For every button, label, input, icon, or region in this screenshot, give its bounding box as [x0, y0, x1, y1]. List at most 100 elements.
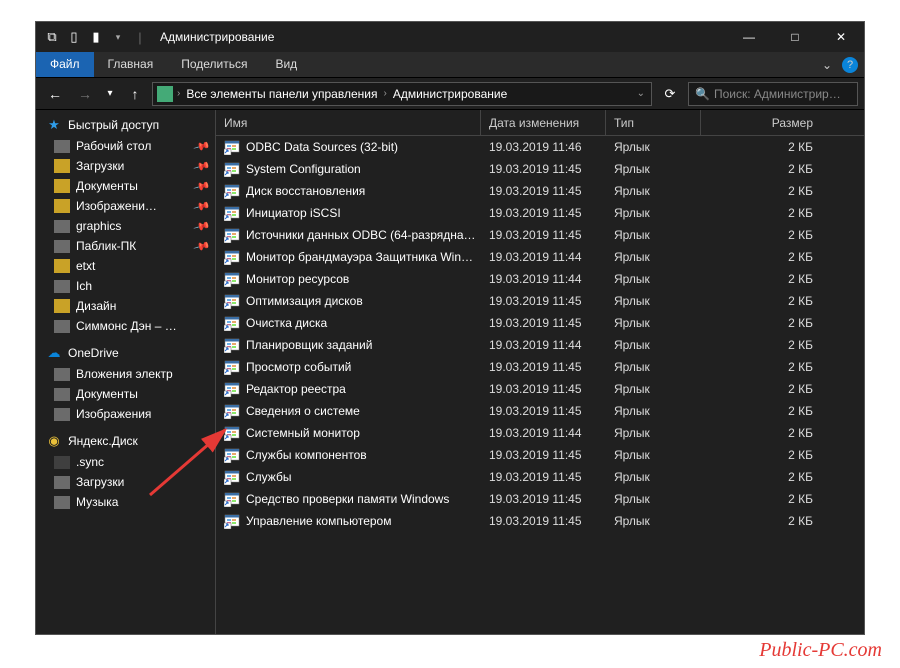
nav-back-button[interactable]: ← — [42, 83, 68, 105]
file-row[interactable]: Службы19.03.2019 11:45Ярлык2 КБ — [216, 466, 864, 488]
shortcut-icon — [224, 469, 240, 485]
search-input[interactable]: 🔍 Поиск: Администрир… — [688, 82, 858, 106]
file-row[interactable]: Диск восстановления19.03.2019 11:45Ярлык… — [216, 180, 864, 202]
navigation-pane[interactable]: ★Быстрый доступРабочий стол📌Загрузки📌Док… — [36, 110, 216, 634]
file-row[interactable]: System Configuration19.03.2019 11:45Ярлы… — [216, 158, 864, 180]
file-row[interactable]: Просмотр событий19.03.2019 11:45Ярлык2 К… — [216, 356, 864, 378]
file-type: Ярлык — [606, 360, 701, 374]
explorer-body: ★Быстрый доступРабочий стол📌Загрузки📌Док… — [36, 110, 864, 634]
minimize-button[interactable]: — — [726, 22, 772, 52]
sidebar-item[interactable]: Загрузки — [36, 472, 215, 492]
file-type: Ярлык — [606, 448, 701, 462]
star-icon: ★ — [46, 117, 62, 133]
file-row[interactable]: Планировщик заданий19.03.2019 11:44Ярлык… — [216, 334, 864, 356]
nav-forward-button[interactable]: → — [72, 83, 98, 105]
breadcrumb[interactable]: Все элементы панели управления — [184, 87, 379, 101]
close-button[interactable]: ✕ — [818, 22, 864, 52]
file-row[interactable]: ODBC Data Sources (32-bit)19.03.2019 11:… — [216, 136, 864, 158]
sidebar-item-label: Изображения — [76, 407, 151, 421]
shortcut-icon — [224, 139, 240, 155]
file-row[interactable]: Оптимизация дисков19.03.2019 11:45Ярлык2… — [216, 290, 864, 312]
shortcut-icon — [224, 447, 240, 463]
refresh-button[interactable]: ⟳ — [656, 82, 684, 106]
sidebar-item[interactable]: ★Быстрый доступ — [36, 114, 215, 136]
column-name[interactable]: Имя — [216, 110, 481, 135]
sidebar-item[interactable]: Вложения электр — [36, 364, 215, 384]
sidebar-item[interactable]: ◉Яндекс.Диск — [36, 430, 215, 452]
file-type: Ярлык — [606, 162, 701, 176]
nav-up-button[interactable]: ↑ — [122, 83, 148, 105]
sidebar-item[interactable]: Ich — [36, 276, 215, 296]
qat-properties-icon[interactable]: ▯ — [66, 29, 82, 45]
file-row[interactable]: Монитор ресурсов19.03.2019 11:44Ярлык2 К… — [216, 268, 864, 290]
folder-icon — [54, 388, 70, 401]
column-size[interactable]: Размер — [701, 110, 821, 135]
file-row[interactable]: Инициатор iSCSI19.03.2019 11:45Ярлык2 КБ — [216, 202, 864, 224]
file-list[interactable]: Имя Дата изменения Тип Размер ODBC Data … — [216, 110, 864, 634]
tab-share[interactable]: Поделиться — [167, 52, 261, 77]
file-date: 19.03.2019 11:44 — [481, 338, 606, 352]
sidebar-item[interactable]: Паблик-ПК📌 — [36, 236, 215, 256]
sidebar-item[interactable]: .sync — [36, 452, 215, 472]
sidebar-item-label: Музыка — [76, 495, 118, 509]
yandex-disk-icon: ◉ — [46, 433, 62, 449]
file-type: Ярлык — [606, 272, 701, 286]
sidebar-item-label: Документы — [76, 387, 138, 401]
sidebar-item-label: OneDrive — [68, 346, 119, 360]
file-row[interactable]: Монитор брандмауэра Защитника Win…19.03.… — [216, 246, 864, 268]
qat-newfolder-icon[interactable]: ▮ — [88, 29, 104, 45]
sidebar-item[interactable]: Симмонс Дэн – … — [36, 316, 215, 336]
sidebar-item[interactable]: Изображени…📌 — [36, 196, 215, 216]
breadcrumb[interactable]: Администрирование — [391, 87, 509, 101]
folder-icon — [54, 496, 70, 509]
file-type: Ярлык — [606, 382, 701, 396]
column-headers: Имя Дата изменения Тип Размер — [216, 110, 864, 136]
title-bar[interactable]: ⧉ ▯ ▮ ▾ | Администрирование — □ ✕ — [36, 22, 864, 52]
chevron-down-icon[interactable]: ⌄ — [635, 88, 647, 99]
sidebar-item[interactable]: Дизайн — [36, 296, 215, 316]
file-name: Очистка диска — [246, 316, 327, 330]
folder-icon — [54, 476, 70, 489]
sidebar-item[interactable]: Документы📌 — [36, 176, 215, 196]
shortcut-icon — [224, 381, 240, 397]
column-date[interactable]: Дата изменения — [481, 110, 606, 135]
pin-icon: 📌 — [193, 237, 211, 255]
tab-view[interactable]: Вид — [261, 52, 311, 77]
address-bar[interactable]: › Все элементы панели управления › Админ… — [152, 82, 652, 106]
file-date: 19.03.2019 11:45 — [481, 184, 606, 198]
sidebar-item[interactable]: etxt — [36, 256, 215, 276]
file-row[interactable]: Сведения о системе19.03.2019 11:45Ярлык2… — [216, 400, 864, 422]
file-type: Ярлык — [606, 426, 701, 440]
maximize-button[interactable]: □ — [772, 22, 818, 52]
chevron-right-icon[interactable]: › — [381, 88, 388, 99]
chevron-right-icon[interactable]: › — [175, 88, 182, 99]
sidebar-item[interactable]: Изображения — [36, 404, 215, 424]
sidebar-item[interactable]: Рабочий стол📌 — [36, 136, 215, 156]
file-row[interactable]: Системный монитор19.03.2019 11:44Ярлык2 … — [216, 422, 864, 444]
sidebar-item[interactable]: ☁OneDrive — [36, 342, 215, 364]
column-type[interactable]: Тип — [606, 110, 701, 135]
file-size: 2 КБ — [701, 250, 821, 264]
qat-dropdown-icon[interactable]: ▾ — [110, 29, 126, 45]
sidebar-item[interactable]: Документы — [36, 384, 215, 404]
file-name: Службы — [246, 470, 291, 484]
sidebar-item[interactable]: Загрузки📌 — [36, 156, 215, 176]
file-row[interactable]: Средство проверки памяти Windows19.03.20… — [216, 488, 864, 510]
file-row[interactable]: Очистка диска19.03.2019 11:45Ярлык2 КБ — [216, 312, 864, 334]
sidebar-item[interactable]: Музыка — [36, 492, 215, 512]
file-row[interactable]: Управление компьютером19.03.2019 11:45Яр… — [216, 510, 864, 532]
file-row[interactable]: Источники данных ODBC (64-разрядна…19.03… — [216, 224, 864, 246]
file-row[interactable]: Службы компонентов19.03.2019 11:45Ярлык2… — [216, 444, 864, 466]
sidebar-item[interactable]: graphics📌 — [36, 216, 215, 236]
ribbon-expand-icon[interactable]: ⌄ — [822, 58, 832, 72]
tab-home[interactable]: Главная — [94, 52, 168, 77]
search-placeholder: Поиск: Администрир… — [714, 87, 841, 101]
help-icon[interactable]: ? — [842, 57, 858, 73]
tab-file[interactable]: Файл — [36, 52, 94, 77]
sidebar-item-label: Симмонс Дэн – … — [76, 319, 177, 333]
file-row[interactable]: Редактор реестра19.03.2019 11:45Ярлык2 К… — [216, 378, 864, 400]
nav-history-button[interactable]: ▾ — [102, 83, 118, 105]
folder-icon — [54, 159, 70, 173]
shortcut-icon — [224, 337, 240, 353]
file-name: Планировщик заданий — [246, 338, 372, 352]
